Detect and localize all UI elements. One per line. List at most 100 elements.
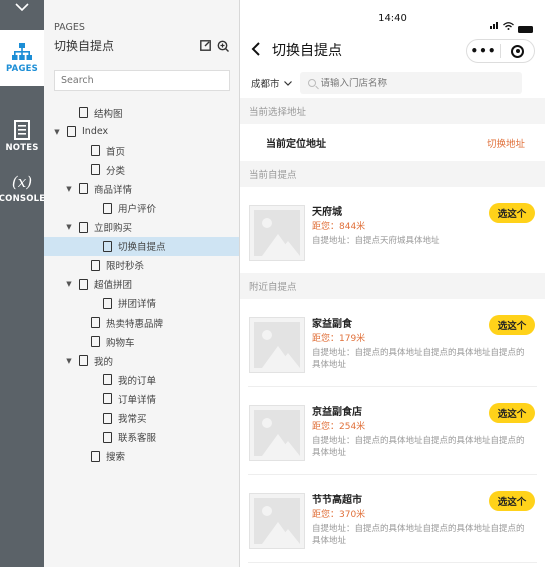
more-menu-button[interactable]: ••• bbox=[467, 44, 500, 58]
phone-simulator: 14:40 切换自提点 ••• 成都市 请输入门店名称 当前选择地址 当前定位地… bbox=[240, 0, 545, 567]
pages-tree: 结构图 ▼ Index 首页分类 ▼ 商品详情用户评价 ▼ 立即购买切换自提点限时秒杀 ▼ 超值拼… bbox=[44, 103, 239, 466]
store-image-placeholder-icon bbox=[249, 317, 305, 373]
status-bar: 14:40 bbox=[240, 0, 545, 36]
mini-program-capsule: ••• bbox=[466, 39, 535, 63]
nearby-store-list: 家益副食 距您：179米 自提地址：自提点的具体地址自提点的具体地址自提点的具体地址… bbox=[240, 299, 545, 563]
page-file-icon bbox=[79, 183, 88, 195]
page-file-icon bbox=[67, 126, 76, 138]
tree-item-label: Index bbox=[82, 126, 109, 138]
page-file-icon bbox=[79, 355, 88, 367]
function-x-icon: (x) bbox=[11, 173, 33, 191]
section-nearby: 附近自提点 bbox=[240, 273, 545, 299]
tree-item-label: 订单详情 bbox=[118, 394, 157, 406]
tree-item[interactable]: 搜索 bbox=[44, 447, 239, 466]
nearby-store-card: 京益副食店 距您：254米 自提地址：自提点的具体地址自提点的具体地址自提点的具体地… bbox=[248, 387, 537, 475]
tree-item-label: 超值拼团 bbox=[94, 280, 133, 292]
tree-item[interactable]: 结构图 bbox=[44, 103, 239, 122]
tree-item[interactable]: ▼ 商品详情 bbox=[44, 179, 239, 198]
tree-item-label: 首页 bbox=[106, 146, 126, 158]
page-file-icon bbox=[103, 240, 112, 252]
store-image-placeholder-icon bbox=[249, 405, 305, 461]
page-file-icon bbox=[91, 336, 100, 348]
add-page-icon[interactable] bbox=[217, 40, 229, 52]
section-current-address: 当前选择地址 bbox=[240, 98, 545, 124]
close-target-icon[interactable] bbox=[501, 44, 534, 58]
notes-icon bbox=[14, 120, 30, 140]
devtools-window: PAGES NOTES (x) CONSOLE PAGES 切换自提点 Sear… bbox=[0, 0, 554, 567]
nearby-store-card: 家益副食 距您：179米 自提地址：自提点的具体地址自提点的具体地址自提点的具体地址… bbox=[248, 299, 537, 387]
panel-title: 切换自提点 bbox=[54, 39, 115, 53]
page-file-icon bbox=[103, 393, 112, 405]
tree-item-label: 联系客服 bbox=[118, 433, 157, 445]
tree-item-label: 我的订单 bbox=[118, 375, 157, 387]
tree-item[interactable]: 首页 bbox=[44, 141, 239, 160]
tree-item[interactable]: 我的订单 bbox=[44, 370, 239, 389]
expand-caret-icon[interactable]: ▼ bbox=[52, 128, 62, 136]
city-selector[interactable]: 成都市 bbox=[251, 76, 292, 90]
tree-item[interactable]: ▼ 我的 bbox=[44, 351, 239, 370]
page-file-icon bbox=[103, 431, 112, 443]
current-location-row: 当前定位地址 切换地址 bbox=[240, 124, 545, 161]
section-current-pickup: 当前自提点 bbox=[240, 161, 545, 187]
expand-caret-icon[interactable]: ▼ bbox=[64, 185, 74, 193]
page-file-icon bbox=[91, 145, 100, 157]
search-row: 成都市 bbox=[240, 68, 545, 98]
tree-item-label: 拼团详情 bbox=[118, 299, 157, 311]
store-distance: 距您：370米 bbox=[312, 510, 366, 520]
tree-item[interactable]: ▼ 超值拼团 bbox=[44, 275, 239, 294]
tree-item[interactable]: ▼ Index bbox=[44, 122, 239, 141]
tree-item[interactable]: 联系客服 bbox=[44, 428, 239, 447]
tree-item[interactable]: 分类 bbox=[44, 160, 239, 179]
tree-item-label: 商品详情 bbox=[94, 184, 133, 196]
store-image-placeholder-icon bbox=[249, 493, 305, 549]
tree-item[interactable]: 购物车 bbox=[44, 332, 239, 351]
rail-tab-pages[interactable]: PAGES bbox=[0, 30, 44, 86]
page-file-icon bbox=[79, 107, 88, 119]
nearby-store-card: 节节高超市 距您：370米 自提地址：自提点的具体地址自提点的具体地址自提点的具体地… bbox=[248, 475, 537, 563]
tree-item[interactable]: 我常买 bbox=[44, 409, 239, 428]
store-address: 自提地址：自提点天府城具体地址 bbox=[312, 236, 440, 246]
select-store-button[interactable]: 选这个 bbox=[489, 491, 535, 511]
tree-item-label: 切换自提点 bbox=[118, 242, 166, 254]
rail-label-notes: NOTES bbox=[5, 143, 39, 153]
tree-item[interactable]: 用户评价 bbox=[44, 198, 239, 217]
expand-caret-icon[interactable]: ▼ bbox=[64, 280, 74, 288]
pages-search-input[interactable] bbox=[54, 70, 230, 91]
store-search-input[interactable] bbox=[320, 77, 511, 89]
current-store-card: 天府城 距您：844米 自提地址：自提点天府城具体地址 选这个 bbox=[248, 187, 537, 273]
tree-item-label: 立即购买 bbox=[94, 223, 133, 235]
store-distance: 距您：844米 bbox=[312, 222, 366, 232]
open-external-icon[interactable] bbox=[200, 39, 211, 51]
rail-tab-notes[interactable]: NOTES bbox=[0, 120, 44, 153]
select-store-button[interactable]: 选这个 bbox=[489, 203, 535, 223]
nav-bar: 切换自提点 ••• bbox=[240, 36, 545, 64]
expand-caret-icon[interactable]: ▼ bbox=[64, 223, 74, 231]
tree-item-label: 热卖特惠品牌 bbox=[106, 318, 164, 330]
back-arrow-icon[interactable] bbox=[251, 41, 260, 60]
tree-item[interactable]: 拼团详情 bbox=[44, 294, 239, 313]
battery-icon bbox=[518, 26, 533, 33]
page-file-icon bbox=[91, 164, 100, 176]
rail-tab-console[interactable]: (x) CONSOLE bbox=[0, 173, 45, 204]
panel-caption: PAGES bbox=[54, 22, 85, 33]
tree-item[interactable]: 切换自提点 bbox=[44, 236, 239, 256]
tree-item[interactable]: 订单详情 bbox=[44, 389, 239, 408]
tree-item-label: 我的 bbox=[94, 356, 114, 368]
page-file-icon bbox=[103, 202, 112, 214]
switch-address-link[interactable]: 切换地址 bbox=[487, 136, 525, 150]
expand-caret-icon[interactable]: ▼ bbox=[64, 357, 74, 365]
tree-item[interactable]: ▼ 立即购买 bbox=[44, 218, 239, 237]
rail-label-pages: PAGES bbox=[6, 63, 38, 74]
tree-item[interactable]: 热卖特惠品牌 bbox=[44, 313, 239, 332]
select-store-button[interactable]: 选这个 bbox=[489, 315, 535, 335]
store-search-box[interactable] bbox=[299, 72, 522, 94]
select-store-button[interactable]: 选这个 bbox=[489, 403, 535, 423]
collapse-chevron-icon[interactable] bbox=[0, 0, 44, 14]
tree-item[interactable]: 限时秒杀 bbox=[44, 256, 239, 275]
tree-item-label: 搜索 bbox=[106, 452, 126, 464]
tree-item-label: 我常买 bbox=[118, 414, 147, 426]
store-address: 自提地址：自提点的具体地址自提点的具体地址自提点的具体地址 bbox=[312, 348, 525, 370]
nav-title: 切换自提点 bbox=[272, 43, 342, 59]
tree-item-label: 分类 bbox=[106, 165, 126, 177]
store-address: 自提地址：自提点的具体地址自提点的具体地址自提点的具体地址 bbox=[312, 436, 525, 458]
